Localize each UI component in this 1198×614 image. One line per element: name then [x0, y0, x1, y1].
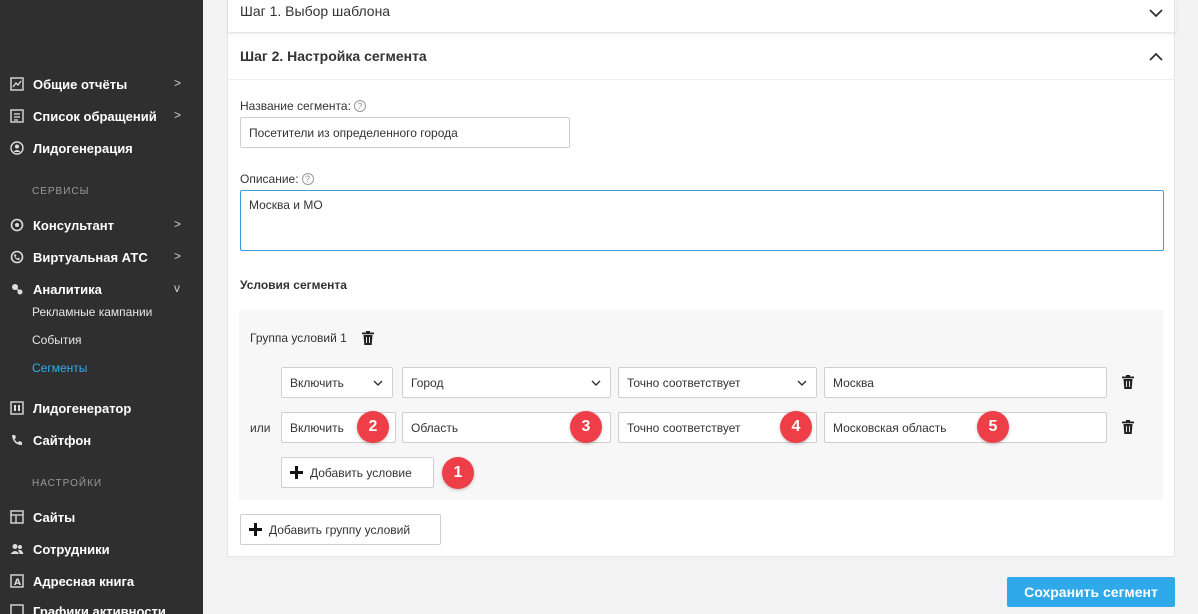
conditions-title: Условия сегмента [240, 278, 347, 292]
value-input[interactable]: Москва [824, 367, 1107, 398]
add-group-label: Добавить группу условий [269, 522, 411, 537]
plus-icon [290, 466, 303, 479]
operator-select[interactable]: Точно соответствует [618, 367, 817, 398]
segment-name-input[interactable]: Посетители из определенного города [240, 117, 570, 148]
help-icon[interactable]: ? [353, 100, 366, 112]
chevron-down-icon[interactable] [1148, 5, 1164, 21]
sidebar-item-sitephone[interactable]: Сайтфон [10, 429, 190, 451]
include-select-value: Включить [290, 375, 344, 390]
sidebar-item-label: Сотрудники [33, 541, 110, 557]
include-select-value: Включить [290, 420, 344, 435]
chevron-up-icon[interactable] [1148, 49, 1164, 65]
chevron-down-icon [373, 380, 383, 386]
leadgenerator-icon [10, 401, 24, 415]
condition-group: Группа условий 1 Включить Город Точно со… [239, 310, 1163, 500]
sidebar-item-label: Лидогенерация [33, 140, 133, 156]
trash-icon[interactable] [1122, 420, 1134, 434]
sidebar-item-label: Список обращений [33, 108, 157, 124]
sidebar-item-activity-charts[interactable]: Графики активности [10, 600, 190, 614]
step2-header[interactable]: Шаг 2. Настройка сегмента [228, 34, 1176, 80]
sidebar-subitem-segments[interactable]: Сегменты [32, 361, 87, 375]
sidebar-item-analytics[interactable]: Аналитика v [10, 278, 190, 300]
sidebar-item-addressbook[interactable]: A Адресная книга [10, 570, 190, 592]
description-label: Описание: ? [240, 172, 314, 186]
trash-icon[interactable] [1122, 375, 1134, 389]
condition-group-title-text: Группа условий 1 [250, 331, 347, 345]
sidebar-item-label: Консультант [33, 217, 114, 233]
sidebar-item-label: Графики активности [33, 603, 166, 614]
help-icon[interactable]: ? [301, 173, 314, 185]
analytics-icon [10, 282, 24, 296]
field-select-value: Город [411, 375, 444, 390]
step1-header[interactable]: Шаг 1. Выбор шаблона [228, 0, 1176, 33]
step-badge: 5 [977, 411, 1009, 443]
field-select-value: Область [411, 420, 459, 435]
chevron-right-icon: > [174, 217, 182, 231]
sidebar-item-label: Сайты [33, 509, 76, 525]
description-label-text: Описание: [240, 172, 299, 186]
plus-icon [249, 523, 262, 536]
step-badge: 3 [570, 411, 602, 443]
sidebar-item-leadgenerator[interactable]: Лидогенератор [10, 397, 190, 419]
step1-title: Шаг 1. Выбор шаблона [240, 3, 391, 19]
sidebar-item-label: Аналитика [33, 281, 102, 297]
segment-name-label: Название сегмента: ? [240, 99, 366, 113]
leadgen-icon [10, 141, 24, 155]
segment-editor-panel: Шаг 1. Выбор шаблона Шаг 2. Настройка се… [227, 0, 1176, 557]
step2-title: Шаг 2. Настройка сегмента [240, 48, 427, 64]
or-label: или [250, 421, 271, 435]
sidebar-item-virtual-pbx[interactable]: Виртуальная АТС > [10, 246, 190, 268]
addressbook-icon: A [10, 574, 24, 588]
chart-icon [10, 77, 24, 91]
list-icon [10, 109, 24, 123]
include-select[interactable]: Включить [281, 367, 393, 398]
trash-icon[interactable] [361, 331, 374, 345]
chevron-down-icon [797, 380, 807, 386]
sidebar-item-leadgen[interactable]: Лидогенерация [10, 137, 190, 159]
section-services: СЕРВИСЫ [32, 186, 90, 197]
chevron-right-icon: > [174, 249, 182, 263]
svg-text:A: A [14, 578, 21, 588]
sitephone-icon [10, 433, 24, 447]
description-textarea[interactable]: Москва и МО [240, 190, 1164, 251]
sidebar-item-requests[interactable]: Список обращений > [10, 105, 190, 127]
step-badge: 1 [442, 457, 474, 489]
chat-icon [10, 218, 24, 232]
section-settings: НАСТРОЙКИ [32, 478, 103, 489]
sidebar: Общие отчёты > Список обращений > Лидоге… [0, 0, 203, 614]
sidebar-item-label: Виртуальная АТС [33, 249, 148, 265]
field-select[interactable]: Город [402, 367, 611, 398]
step-badge: 4 [780, 411, 812, 443]
sidebar-item-sites[interactable]: Сайты [10, 506, 190, 528]
chevron-right-icon: > [174, 108, 182, 122]
save-segment-button[interactable]: Сохранить сегмент [1007, 577, 1175, 607]
operator-select-value: Точно соответствует [627, 375, 741, 390]
sidebar-item-label: Адресная книга [33, 573, 135, 589]
users-icon [10, 542, 24, 556]
chevron-down-icon [591, 380, 601, 386]
sidebar-item-employees[interactable]: Сотрудники [10, 538, 190, 560]
value-input[interactable]: Московская область [824, 412, 1107, 443]
activity-icon [10, 604, 24, 614]
sidebar-item-label: Лидогенератор [33, 400, 132, 416]
sidebar-subitem-ad-campaigns[interactable]: Рекламные кампании [32, 305, 152, 319]
sidebar-item-label: Общие отчёты [33, 76, 128, 92]
condition-group-title: Группа условий 1 [250, 331, 374, 345]
sidebar-item-label: Сайтфон [33, 432, 92, 448]
phone-icon [10, 250, 24, 264]
chevron-down-icon: v [174, 281, 180, 295]
add-condition-button[interactable]: Добавить условие [281, 457, 434, 488]
step-badge: 2 [357, 411, 389, 443]
sidebar-subitem-events[interactable]: События [32, 333, 82, 347]
add-group-button[interactable]: Добавить группу условий [240, 514, 441, 545]
sidebar-item-general-reports[interactable]: Общие отчёты > [10, 73, 190, 95]
operator-select-value: Точно соответствует [627, 420, 741, 435]
chevron-right-icon: > [174, 76, 182, 90]
sidebar-item-consultant[interactable]: Консультант > [10, 214, 190, 236]
segment-name-label-text: Название сегмента: [240, 99, 351, 113]
sites-icon [10, 510, 24, 524]
add-condition-label: Добавить условие [310, 465, 412, 480]
